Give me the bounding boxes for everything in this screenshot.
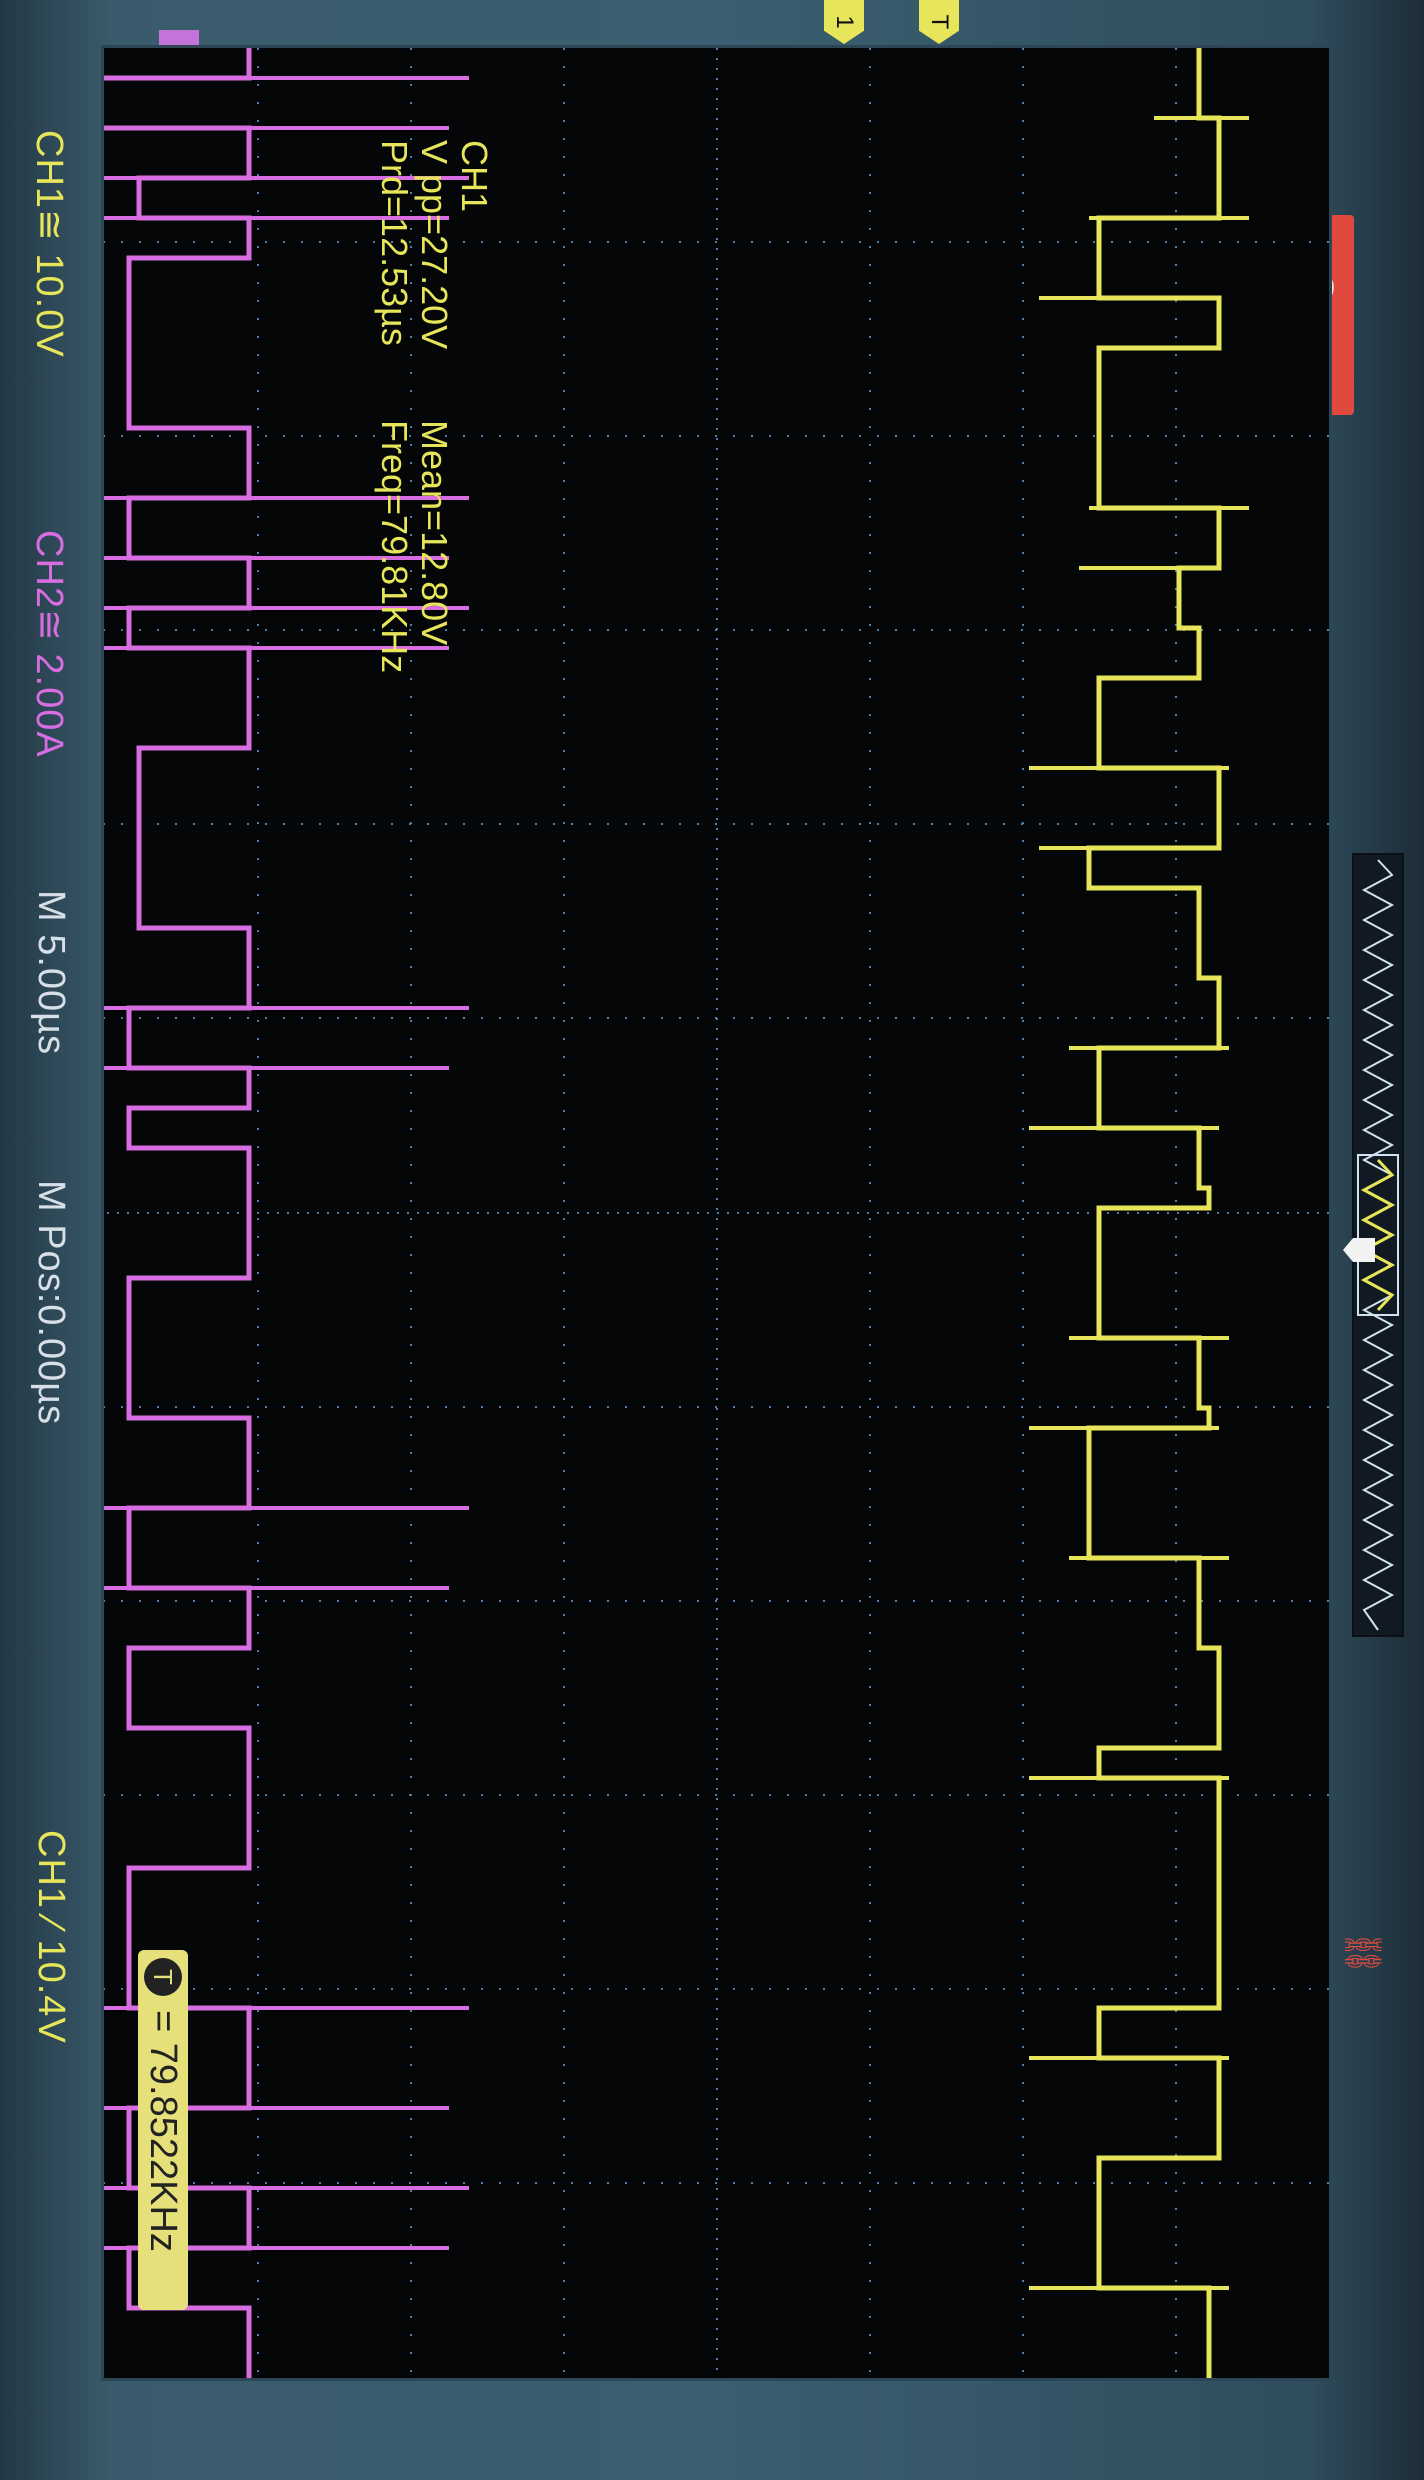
measure-mean: Mean=12.80V [414, 420, 455, 646]
ch2-scale-label[interactable]: CH2≅ 2.00A [27, 530, 72, 758]
oscilloscope-screen: Stop ⛓ T 1 2 [0, 0, 1424, 2480]
scope-display: Stop ⛓ T 1 2 [0, 0, 1424, 2480]
measure-frequency: Freq=79.81KHz [374, 420, 415, 674]
trigger-cursor-icon[interactable] [1339, 1230, 1379, 1270]
measure-period: Prd=12.53µs [374, 140, 415, 346]
frequency-counter: T = 79.8522KHz [138, 1950, 188, 2310]
ch1-level-marker[interactable]: 1 [824, 0, 864, 44]
usb-icon: ⛓ [1343, 1930, 1384, 1976]
waveform-plot [104, 48, 1329, 2378]
horizontal-position-label[interactable]: M Pos:0.00µs [29, 1180, 72, 1425]
ch1-scale-label[interactable]: CH1≅ 10.0V [27, 130, 72, 358]
measure-vpp: V pp=27.20V [414, 140, 455, 350]
frequency-counter-icon: T [144, 1958, 182, 1996]
frequency-counter-value: = 79.8522KHz [142, 2010, 184, 2252]
measure-channel: CH1 [454, 140, 495, 213]
waveform-grid [101, 45, 1332, 2381]
trigger-level-marker[interactable]: T [919, 0, 959, 44]
trigger-setting-label[interactable]: CH1 ∕ 10.4V [29, 1830, 72, 2044]
timebase-label[interactable]: M 5.00µs [29, 890, 72, 1055]
